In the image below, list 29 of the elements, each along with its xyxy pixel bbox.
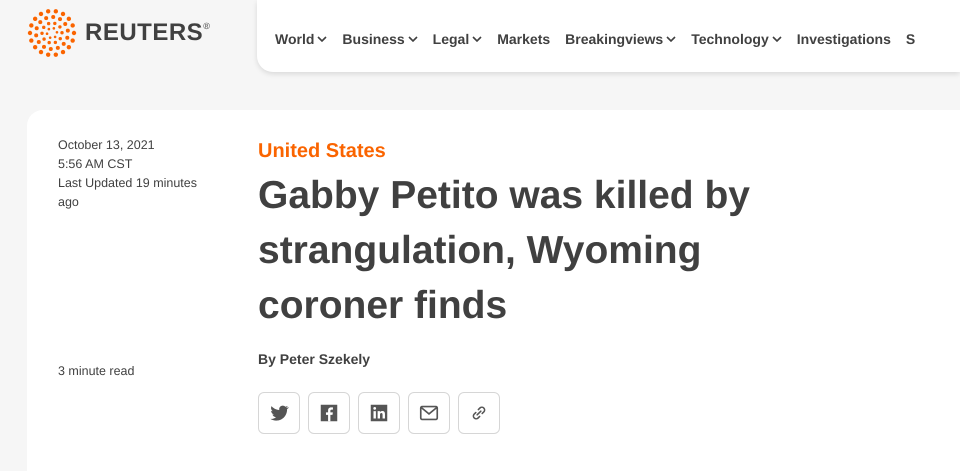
nav-link[interactable]: World xyxy=(275,28,328,50)
facebook-icon xyxy=(318,402,340,424)
nav-link[interactable]: Technology xyxy=(691,28,782,50)
share-button[interactable] xyxy=(408,392,450,434)
nav-link[interactable]: Business xyxy=(342,28,418,50)
share-button[interactable] xyxy=(308,392,350,434)
nav-link[interactable]: Breakingviews xyxy=(565,28,676,50)
brand-name[interactable]: REUTERS xyxy=(85,15,204,51)
share-button[interactable] xyxy=(458,392,500,434)
logo-icon[interactable] xyxy=(27,9,77,57)
share-button[interactable] xyxy=(258,392,300,434)
last-updated: Last Updated 19 minutes ago xyxy=(58,175,198,211)
linkedin-icon xyxy=(368,402,390,424)
registered-mark: ® xyxy=(203,20,210,33)
chevron-down-icon xyxy=(666,36,676,42)
nav-link[interactable]: Investigations xyxy=(796,28,891,50)
publish-date: October 13, 2021 xyxy=(58,137,156,154)
nav-link[interactable]: Legal xyxy=(432,28,482,50)
chevron-down-icon xyxy=(472,36,482,42)
chevron-down-icon xyxy=(772,36,782,42)
chevron-down-icon xyxy=(408,36,418,42)
publish-time: 5:56 AM CST xyxy=(58,156,134,173)
nav-link[interactable]: Markets xyxy=(497,28,550,50)
byline: By Peter Szekely xyxy=(258,350,370,369)
nav-link[interactable]: S xyxy=(906,28,916,50)
read-time: 3 minute read xyxy=(58,363,136,380)
chevron-down-icon xyxy=(317,36,328,42)
headline: Gabby Petito was killed by strangulation, Wyoming coroner finds xyxy=(258,173,751,329)
share-button[interactable] xyxy=(358,392,400,434)
